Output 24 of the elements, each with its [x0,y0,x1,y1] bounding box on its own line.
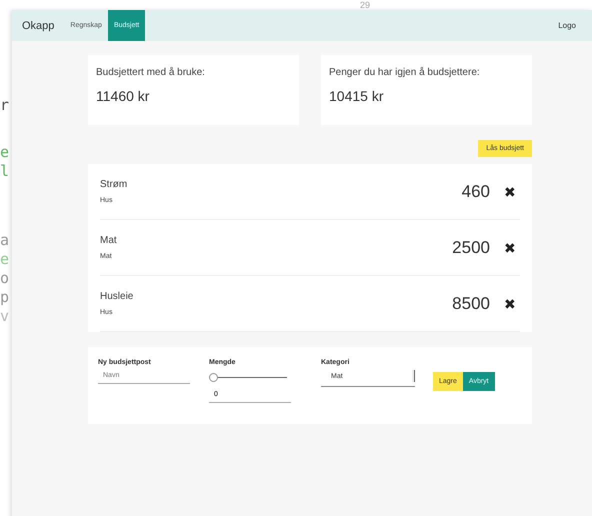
summary-value: 10415 kr [329,88,384,104]
background-letter: o [0,269,9,288]
summary-label: Budsjettert med å bruke: [96,67,206,78]
item-amount: 2500 [452,238,490,258]
brand-link[interactable]: Okapp [12,10,64,41]
background-letter: e [0,143,9,162]
delete-icon[interactable]: ✖ [504,240,516,256]
summary-value: 11460 kr [96,88,150,104]
background-letter: l [0,162,9,181]
background-letter: r [0,96,9,115]
item-name: Husleie [100,291,134,302]
item-amount: 460 [462,182,490,202]
background-letter: p [0,288,9,307]
item-amount: 8500 [452,294,490,314]
summary-label: Penger du har igjen å budsjettere: [329,67,481,78]
background-letter: e [0,250,9,269]
background-letter: a [0,231,9,250]
delete-icon[interactable]: ✖ [504,296,516,312]
background-number: 29 [360,0,370,10]
logout-link[interactable]: Logo [558,10,576,41]
delete-icon[interactable]: ✖ [504,184,516,200]
item-name: Mat [100,235,118,246]
item-name: Strøm [100,179,128,190]
background-letter: v [0,307,9,326]
